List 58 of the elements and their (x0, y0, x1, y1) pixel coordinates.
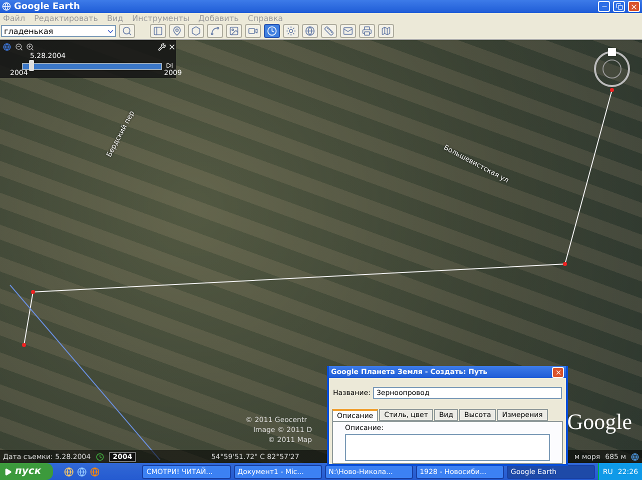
restore-button[interactable] (613, 1, 625, 12)
email-icon (343, 26, 353, 36)
clock-icon (96, 452, 104, 460)
zoom-in-icon[interactable] (26, 43, 34, 51)
settings-icon[interactable] (158, 43, 166, 51)
compass-drawing[interactable] (594, 48, 630, 87)
close-button[interactable] (628, 1, 640, 12)
history-tool-button[interactable] (264, 24, 280, 38)
menu-item[interactable]: Файл (3, 14, 26, 22)
search-button[interactable] (119, 24, 135, 38)
search-icon (122, 26, 132, 36)
maps-icon (381, 26, 391, 36)
sidebar-icon (153, 26, 163, 36)
quick-launch-icon[interactable] (64, 466, 74, 476)
print-icon (362, 26, 372, 36)
overlay-tool-button[interactable] (226, 24, 242, 38)
time-slider-track[interactable] (22, 63, 162, 70)
close-icon (630, 2, 638, 10)
restore-icon (616, 3, 622, 10)
menu-item[interactable]: Вид (106, 14, 124, 22)
planet-icon (305, 26, 315, 36)
path-icon (210, 26, 220, 36)
description-input[interactable] (345, 434, 550, 461)
path-tool-button[interactable] (207, 24, 223, 38)
sun-icon (286, 26, 296, 36)
ruler-tool-button[interactable] (321, 24, 337, 38)
search-field[interactable]: гладенькая (1, 25, 116, 37)
globe-icon (3, 43, 11, 51)
menu-item[interactable]: Инструменты (132, 14, 190, 22)
polygon-tool-button[interactable] (188, 24, 204, 38)
minimize-button[interactable] (598, 1, 610, 12)
tour-tool-button[interactable] (245, 24, 261, 38)
zoom-out-icon[interactable] (15, 43, 23, 51)
quick-launch-icon[interactable] (90, 466, 100, 476)
overlay-icon (229, 26, 239, 36)
sidebar-tool-button[interactable] (150, 24, 166, 38)
close-icon[interactable] (168, 43, 176, 51)
menu-item[interactable]: Добавить (198, 14, 239, 22)
google-logo: Google (567, 409, 632, 435)
email-tool-button[interactable] (340, 24, 356, 38)
sun-tool-button[interactable] (283, 24, 299, 38)
maps-tool-button[interactable] (378, 24, 394, 38)
menu-item[interactable]: Редактировать (34, 14, 98, 22)
placemark-icon (172, 26, 182, 36)
placemark-tool-button[interactable] (169, 24, 185, 38)
print-tool-button[interactable] (359, 24, 375, 38)
slider-thumb[interactable] (28, 60, 34, 71)
menu-item[interactable]: Справка (248, 14, 283, 22)
app-globe-icon (2, 2, 11, 11)
close-icon (554, 368, 562, 376)
start-button[interactable]: пуск (0, 463, 54, 480)
step-forward-icon[interactable] (166, 62, 173, 69)
window-title: Google Earth (14, 2, 81, 12)
minimize-icon (600, 3, 608, 10)
ruler-icon (324, 26, 334, 36)
polygon-icon (191, 26, 201, 36)
planet-tool-button[interactable] (302, 24, 318, 38)
dialog-close-button[interactable] (552, 366, 564, 378)
